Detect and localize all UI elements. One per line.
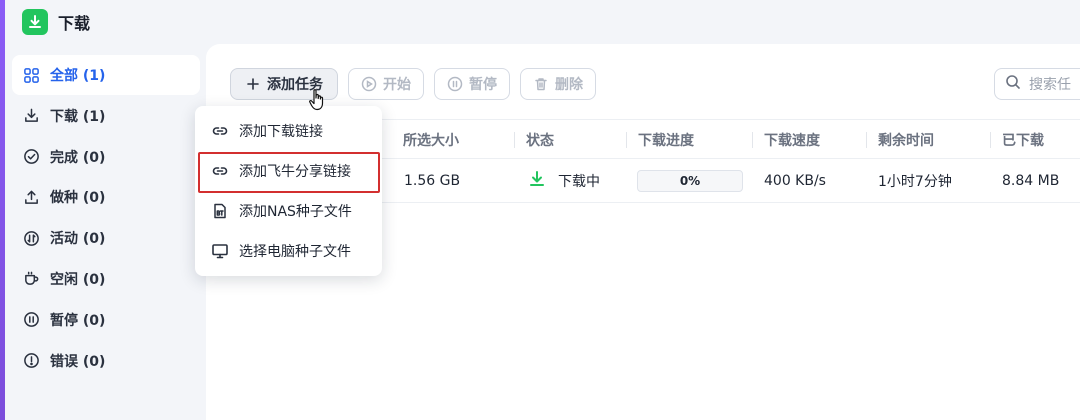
sidebar-item-paused[interactable]: 暂停 (0) bbox=[12, 300, 200, 340]
status-text: 下载中 bbox=[558, 174, 600, 190]
col-remaining[interactable]: 剩余时间 bbox=[878, 120, 934, 160]
delete-button[interactable]: 删除 bbox=[520, 68, 596, 100]
col-progress[interactable]: 下载进度 bbox=[638, 120, 694, 160]
col-divider bbox=[626, 132, 627, 148]
delete-label: 删除 bbox=[555, 77, 583, 93]
sidebar-item-label: 全部 (1) bbox=[50, 68, 106, 84]
cup-icon bbox=[22, 270, 40, 288]
col-status[interactable]: 状态 bbox=[526, 120, 554, 160]
cell-speed: 400 KB/s bbox=[764, 173, 826, 189]
col-divider bbox=[990, 132, 991, 148]
sidebar-item-label: 完成 (0) bbox=[50, 149, 106, 166]
pause-circle-icon bbox=[22, 311, 40, 329]
progress-bar: 0% bbox=[637, 170, 743, 192]
cell-downloaded: 8.84 MB bbox=[1002, 173, 1060, 189]
play-circle-icon bbox=[361, 76, 377, 92]
plus-icon bbox=[245, 76, 261, 92]
download-app-icon bbox=[22, 9, 48, 35]
trash-icon bbox=[533, 76, 549, 92]
sidebar-item-label: 暂停 (0) bbox=[50, 312, 106, 329]
link-icon bbox=[211, 122, 229, 140]
grid-icon bbox=[22, 66, 40, 84]
window-edge-strip bbox=[0, 0, 5, 420]
menu-item-add-download-link[interactable]: 添加下载链接 bbox=[195, 111, 382, 151]
sidebar-item-error[interactable]: 错误 (0) bbox=[12, 341, 200, 381]
cell-remaining: 1小时7分钟 bbox=[878, 174, 952, 190]
bt-file-icon bbox=[211, 202, 229, 220]
link-icon bbox=[211, 162, 229, 180]
search-icon bbox=[1005, 74, 1021, 94]
col-speed[interactable]: 下载速度 bbox=[764, 120, 820, 160]
pause-button[interactable]: 暂停 bbox=[434, 68, 510, 100]
menu-item-label: 添加飞牛分享链接 bbox=[239, 164, 351, 180]
sidebar-item-label: 做种 (0) bbox=[50, 190, 106, 207]
progress-text: 0% bbox=[679, 174, 701, 188]
pause-circle-icon bbox=[447, 76, 463, 92]
col-size[interactable]: 所选大小 bbox=[403, 120, 459, 160]
sidebar-item-label: 错误 (0) bbox=[50, 353, 106, 370]
download-status-icon bbox=[528, 170, 546, 192]
app-title: 下载 bbox=[58, 14, 91, 33]
monitor-icon bbox=[211, 242, 229, 260]
search-input[interactable]: 搜索任 bbox=[994, 68, 1080, 100]
sidebar-item-label: 下载 (1) bbox=[50, 108, 106, 125]
cell-status: 下载中 bbox=[528, 159, 600, 203]
start-label: 开始 bbox=[383, 77, 411, 93]
add-task-menu: 添加下载链接 添加飞牛分享链接 添加NAS种子文件 选择电脑种子文件 bbox=[195, 106, 382, 276]
sidebar-item-active[interactable]: 活动 (0) bbox=[12, 218, 200, 258]
app-header: 下载 bbox=[22, 9, 90, 35]
cell-size: 1.56 GB bbox=[404, 173, 461, 189]
sidebar: 全部 (1) 下载 (1) 完成 (0) 做种 (0) 活动 (0) 空闲 (0… bbox=[12, 55, 200, 381]
sidebar-item-idle[interactable]: 空闲 (0) bbox=[12, 259, 200, 299]
search-placeholder: 搜索任 bbox=[1029, 77, 1071, 93]
col-divider bbox=[514, 132, 515, 148]
menu-item-add-share-link[interactable]: 添加飞牛分享链接 bbox=[195, 151, 382, 191]
menu-item-add-nas-torrent[interactable]: 添加NAS种子文件 bbox=[195, 191, 382, 231]
start-button[interactable]: 开始 bbox=[348, 68, 424, 100]
sidebar-item-label: 空闲 (0) bbox=[50, 271, 106, 288]
pause-label: 暂停 bbox=[469, 77, 497, 93]
menu-item-label: 选择电脑种子文件 bbox=[239, 244, 351, 260]
menu-item-label: 添加NAS种子文件 bbox=[239, 204, 352, 220]
activity-icon bbox=[22, 229, 40, 247]
col-divider bbox=[752, 132, 753, 148]
sidebar-item-all[interactable]: 全部 (1) bbox=[12, 55, 200, 95]
download-icon bbox=[22, 107, 40, 125]
sidebar-item-completed[interactable]: 完成 (0) bbox=[12, 137, 200, 177]
cell-progress: 0% bbox=[637, 159, 743, 203]
col-downloaded[interactable]: 已下载 bbox=[1002, 120, 1044, 160]
check-circle-icon bbox=[22, 148, 40, 166]
error-circle-icon bbox=[22, 352, 40, 370]
menu-item-label: 添加下载链接 bbox=[239, 124, 323, 140]
hand-cursor-icon bbox=[308, 88, 330, 112]
sidebar-item-seeding[interactable]: 做种 (0) bbox=[12, 177, 200, 217]
sidebar-item-label: 活动 (0) bbox=[50, 231, 106, 248]
toolbar: 添加任务 开始 暂停 删除 bbox=[230, 68, 596, 100]
sidebar-item-downloading[interactable]: 下载 (1) bbox=[12, 96, 200, 136]
upload-icon bbox=[22, 188, 40, 206]
col-divider bbox=[866, 132, 867, 148]
menu-item-select-pc-torrent[interactable]: 选择电脑种子文件 bbox=[195, 231, 382, 271]
